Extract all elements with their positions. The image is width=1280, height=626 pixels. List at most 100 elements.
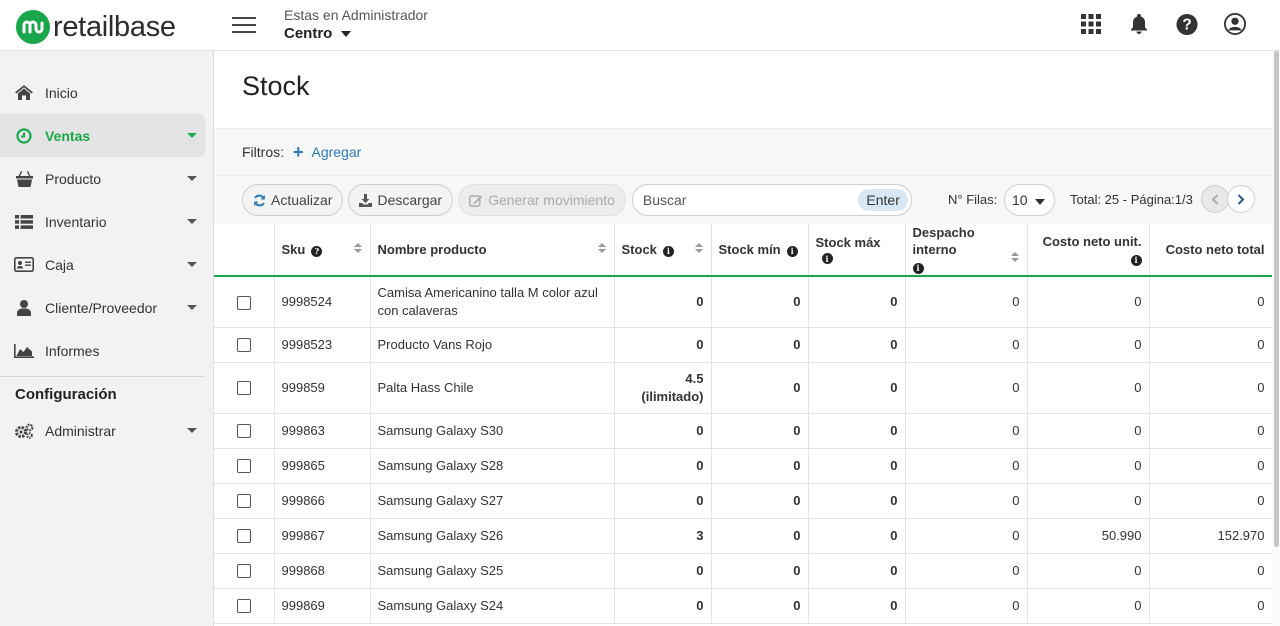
sidebar-item-cliente-proveedor[interactable]: Cliente/Proveedor (0, 286, 213, 329)
next-page-button[interactable] (1227, 185, 1255, 213)
table-row[interactable]: 999863 Samsung Galaxy S30 0 0 0 0 0 0 (214, 413, 1272, 449)
branch-selector[interactable]: Centro (284, 25, 428, 42)
caret-down-icon (187, 133, 197, 138)
search-input[interactable] (642, 192, 843, 208)
apps-grid-icon[interactable] (1080, 12, 1102, 36)
sku-cell: 999866 (274, 483, 371, 519)
sku-cell: 999859 (274, 362, 371, 414)
column-label: Sku (281, 242, 306, 257)
row-checkbox[interactable] (236, 564, 251, 579)
row-checkbox[interactable] (236, 494, 251, 509)
stock-value: 0 (696, 492, 704, 508)
search-enter-button[interactable]: Enter (858, 189, 908, 211)
logo-mark-icon (16, 10, 50, 44)
sidebar-item-administrar[interactable]: Administrar (0, 409, 213, 452)
table-row[interactable]: 9998524 Camisa Americanino talla M color … (214, 276, 1272, 328)
row-checkbox[interactable] (236, 338, 251, 353)
column-stock-max[interactable]: Stock máx i (808, 224, 906, 277)
column-costo-unit[interactable]: Costo neto unit. i (1027, 224, 1150, 277)
table-body: 9998524 Camisa Americanino talla M color … (214, 276, 1272, 624)
column-sku[interactable]: Sku? (274, 224, 371, 277)
toolbar: Actualizar Descargar Generar movimiento … (214, 176, 1272, 224)
stock-cell: 0 (614, 553, 712, 589)
download-button[interactable]: Descargar (348, 184, 454, 216)
bell-icon[interactable] (1128, 12, 1150, 36)
sidebar-item-informes[interactable]: Informes (0, 329, 213, 372)
costo-unit-cell: 0 (1027, 276, 1150, 328)
menu-toggle-icon[interactable] (232, 17, 256, 35)
sidebar-item-inventario[interactable]: Inventario (0, 200, 213, 243)
product-name-cell: Samsung Galaxy S24 (370, 588, 615, 624)
prev-page-button[interactable] (1201, 185, 1229, 213)
table-row[interactable]: 999869 Samsung Galaxy S24 0 0 0 0 0 0 (214, 588, 1272, 624)
add-filter-label: Agregar (311, 144, 362, 160)
column-stock[interactable]: Stock i (614, 224, 712, 277)
sku-cell: 999867 (274, 518, 371, 554)
stock-max-cell: 0 (808, 327, 906, 363)
row-select-cell (214, 588, 275, 624)
stock-max-cell: 0 (808, 413, 906, 449)
table-row[interactable]: 9998523 Producto Vans Rojo 0 0 0 0 0 0 (214, 327, 1272, 363)
sidebar-item-label: Ventas (45, 127, 91, 144)
column-despacho-interno[interactable]: Despacho interno i (905, 224, 1028, 277)
help-icon[interactable]: ? (1176, 12, 1198, 36)
costo-total-cell: 0 (1149, 413, 1272, 449)
despacho-cell: 0 (905, 413, 1028, 449)
costo-total-cell: 0 (1149, 483, 1272, 519)
column-product-name[interactable]: Nombre producto (370, 224, 615, 277)
refresh-button[interactable]: Actualizar (242, 184, 344, 216)
column-costo-total[interactable]: Costo neto total (1149, 224, 1272, 277)
branch-name: Centro (284, 25, 333, 42)
costo-total-cell: 0 (1149, 327, 1272, 363)
info-icon: i (821, 253, 833, 264)
add-filter-button[interactable]: + Agregar (293, 143, 362, 161)
row-select-cell (214, 413, 275, 449)
sidebar-item-caja[interactable]: Caja (0, 243, 213, 286)
sidebar-item-ventas[interactable]: Ventas (0, 114, 205, 157)
despacho-cell: 0 (905, 483, 1028, 519)
column-label: Nombre producto (377, 242, 487, 257)
sidebar-item-inicio[interactable]: Inicio (0, 71, 213, 114)
rows-per-page-value: 10 (1012, 192, 1028, 208)
table-row[interactable]: 999866 Samsung Galaxy S27 0 0 0 0 0 0 (214, 483, 1272, 519)
table-row[interactable]: 999859 Palta Hass Chile 4.5 (ilimitado) 0 0 0 0… (214, 362, 1272, 414)
row-checkbox[interactable] (236, 381, 251, 396)
column-stock-min[interactable]: Stock mín i (711, 224, 809, 277)
sidebar-item-label: Inventario (45, 213, 107, 230)
sidebar-item-label: Caja (45, 256, 74, 273)
search-box: Enter (631, 184, 912, 216)
info-icon: i (662, 245, 674, 257)
sku-cell: 999869 (274, 588, 371, 624)
list-icon (14, 213, 34, 231)
user-account-icon[interactable] (1224, 12, 1246, 36)
generate-movement-button[interactable]: Generar movimiento (458, 184, 626, 216)
costo-total-cell: 0 (1149, 448, 1272, 484)
stock-value: 4.5 (685, 370, 704, 386)
sort-icon (1010, 252, 1019, 262)
sidebar-item-producto[interactable]: Producto (0, 157, 213, 200)
costo-unit-cell: 0 (1027, 327, 1150, 363)
column-select (214, 224, 275, 277)
column-label: Costo neto unit. (1042, 233, 1142, 249)
scrollbar-thumb[interactable] (1274, 51, 1279, 547)
row-checkbox[interactable] (236, 599, 251, 614)
costo-unit-cell: 0 (1027, 448, 1150, 484)
row-select-cell (214, 448, 275, 484)
table-row[interactable]: 999868 Samsung Galaxy S25 0 0 0 0 0 0 (214, 553, 1272, 589)
logo[interactable]: retailbase (16, 10, 176, 44)
basket-icon (14, 170, 34, 188)
table-row[interactable]: 999867 Samsung Galaxy S26 3 0 0 0 50.990 152.97… (214, 518, 1272, 554)
row-checkbox[interactable] (236, 424, 251, 439)
row-checkbox[interactable] (236, 459, 251, 474)
row-checkbox[interactable] (236, 529, 251, 544)
rows-per-page-select[interactable]: 10 (1004, 184, 1055, 216)
stock-cell: 0 (614, 327, 712, 363)
table-row[interactable]: 999865 Samsung Galaxy S28 0 0 0 0 0 0 (214, 448, 1272, 484)
sidebar-nav: Inicio Ventas Producto Inventario Caja C… (0, 51, 213, 372)
product-name-cell: Samsung Galaxy S27 (370, 483, 615, 519)
chevron-left-icon (1211, 193, 1219, 205)
page-scrollbar[interactable] (1272, 51, 1280, 626)
row-select-cell (214, 518, 275, 554)
caret-down-icon (187, 219, 197, 224)
row-checkbox[interactable] (236, 295, 251, 310)
